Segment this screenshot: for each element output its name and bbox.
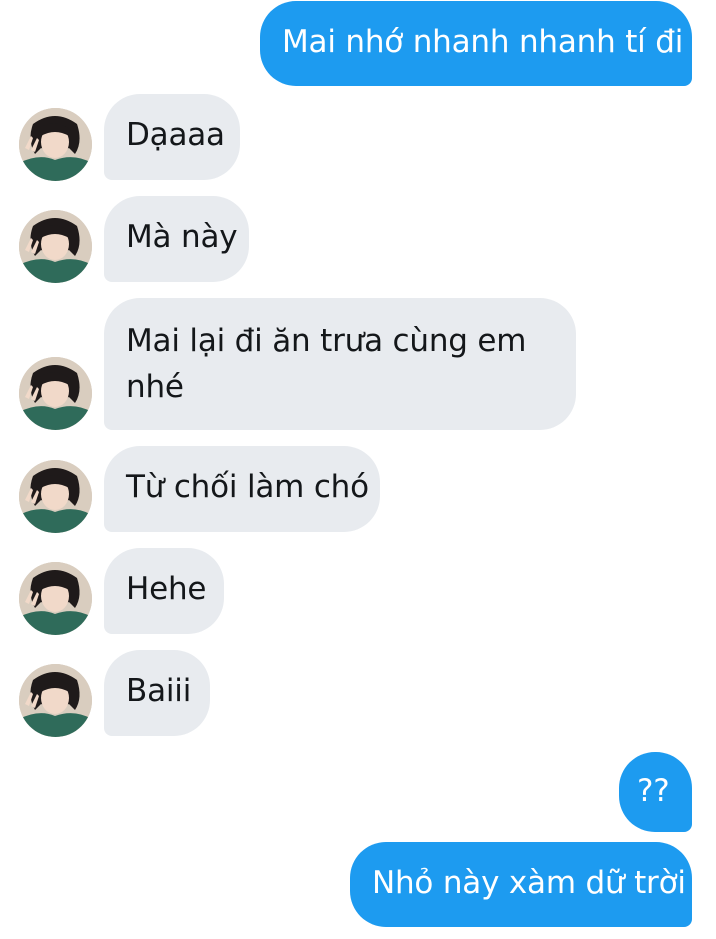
message-bubble-incoming[interactable]: Dạaaa (104, 94, 240, 180)
avatar-icon[interactable] (19, 664, 92, 737)
avatar-icon[interactable] (19, 108, 92, 181)
avatar-icon[interactable] (19, 210, 92, 283)
avatar-icon[interactable] (19, 357, 92, 430)
message-bubble-incoming[interactable]: Mà này (104, 196, 249, 282)
message-bubble-incoming[interactable]: Baiii (104, 650, 210, 736)
message-bubble-incoming[interactable]: Từ chối làm chó (104, 446, 380, 532)
avatar-icon[interactable] (19, 562, 92, 635)
message-bubble-outgoing[interactable]: Nhỏ này xàm dữ trời (350, 842, 692, 927)
message-bubble-outgoing[interactable]: ?? (619, 752, 692, 832)
avatar-icon[interactable] (19, 460, 92, 533)
message-bubble-outgoing[interactable]: Mai nhớ nhanh nhanh tí đi (260, 1, 692, 86)
message-bubble-incoming[interactable]: Hehe (104, 548, 224, 634)
message-bubble-incoming[interactable]: Mai lại đi ăn trưa cùng em nhé (104, 298, 576, 430)
